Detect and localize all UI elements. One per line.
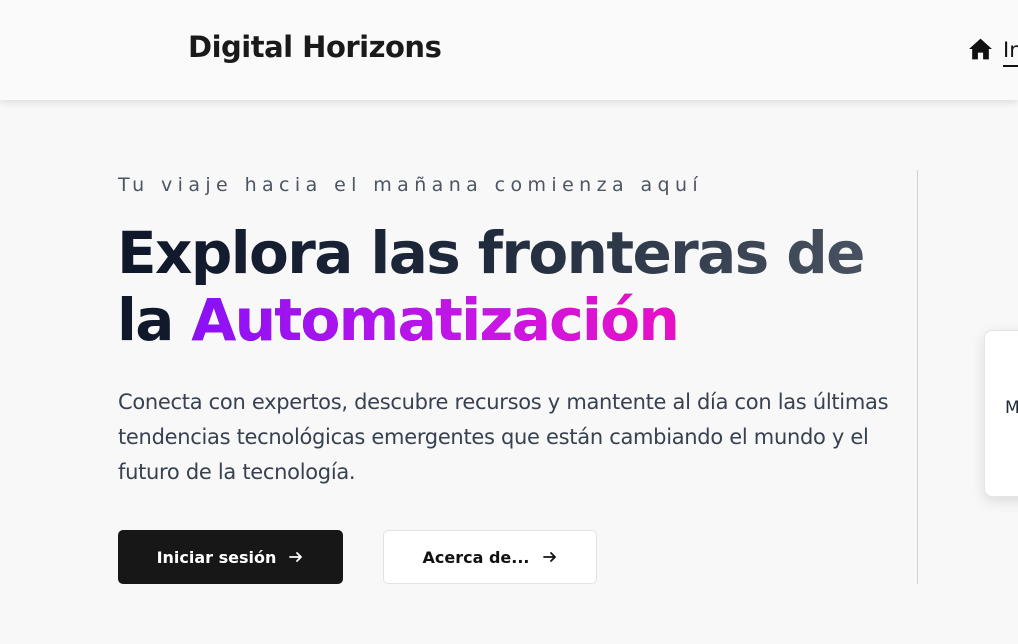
nav-item-home[interactable]: In — [968, 37, 1018, 69]
hero-headline: Explora las fronteras de la Automatizaci… — [117, 220, 897, 354]
arrow-right-icon — [542, 552, 556, 562]
hero-description: Conecta con expertos, descubre recursos … — [118, 390, 889, 484]
nav-home-label: In — [1003, 37, 1018, 67]
brand-logo[interactable]: Digital Horizons — [188, 30, 442, 64]
login-button-label: Iniciar sesión — [156, 547, 277, 567]
site-header: Digital Horizons In — [0, 0, 1018, 100]
arrow-right-icon — [289, 552, 303, 562]
about-button[interactable]: Acerca de... — [383, 530, 597, 584]
about-button-label: Acerca de... — [422, 547, 530, 567]
login-button[interactable]: Iniciar sesión — [118, 530, 343, 584]
headline-highlight: Automatización — [191, 286, 679, 354]
side-card-text: M — [1005, 398, 1018, 418]
side-card[interactable]: M — [984, 330, 1018, 497]
vertical-divider — [917, 170, 918, 584]
home-icon — [969, 38, 992, 60]
hero-eyebrow: Tu viaje hacia el mañana comienza aquí — [118, 174, 704, 196]
